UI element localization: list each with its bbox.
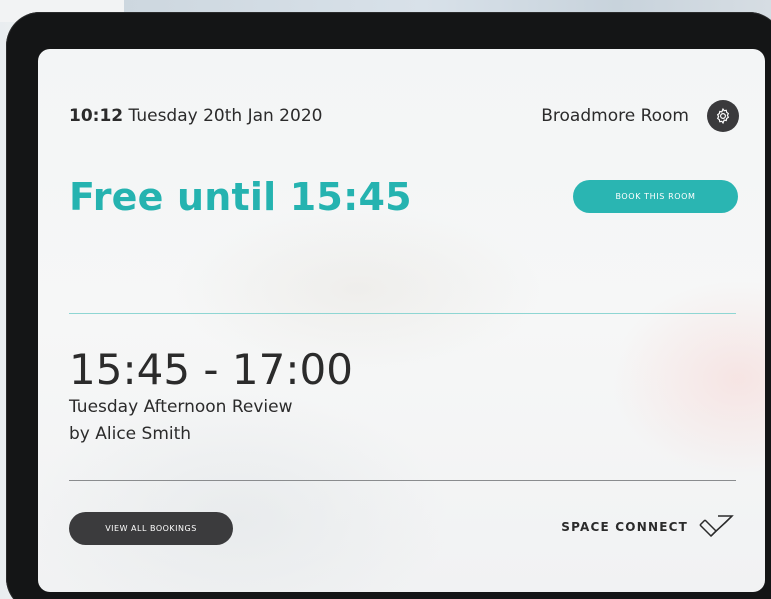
current-datetime: 10:12 Tuesday 20th Jan 2020 bbox=[69, 106, 322, 126]
section-divider bbox=[69, 480, 736, 481]
room-display-screen: 10:12 Tuesday 20th Jan 2020 Broadmore Ro… bbox=[38, 49, 765, 592]
view-all-bookings-button[interactable]: VIEW ALL BOOKINGS bbox=[69, 512, 233, 545]
space-connect-logo-icon bbox=[699, 515, 734, 538]
brand-logo: SPACE CONNECT bbox=[561, 514, 734, 540]
book-this-room-button[interactable]: BOOK THIS ROOM bbox=[573, 180, 738, 213]
next-booking-title: Tuesday Afternoon Review bbox=[69, 397, 293, 417]
next-booking-owner: by Alice Smith bbox=[69, 424, 192, 444]
gear-icon bbox=[716, 107, 730, 125]
next-booking-time-range: 15:45 - 17:00 bbox=[69, 345, 353, 394]
current-time: 10:12 bbox=[69, 106, 124, 126]
current-date: Tuesday 20th Jan 2020 bbox=[128, 106, 323, 126]
availability-status: Free until 15:45 bbox=[69, 175, 412, 219]
settings-button[interactable] bbox=[707, 100, 739, 132]
brand-name: SPACE CONNECT bbox=[561, 520, 688, 534]
tablet-device: 10:12 Tuesday 20th Jan 2020 Broadmore Ro… bbox=[6, 12, 771, 599]
room-name: Broadmore Room bbox=[541, 106, 689, 126]
section-divider bbox=[69, 313, 736, 314]
